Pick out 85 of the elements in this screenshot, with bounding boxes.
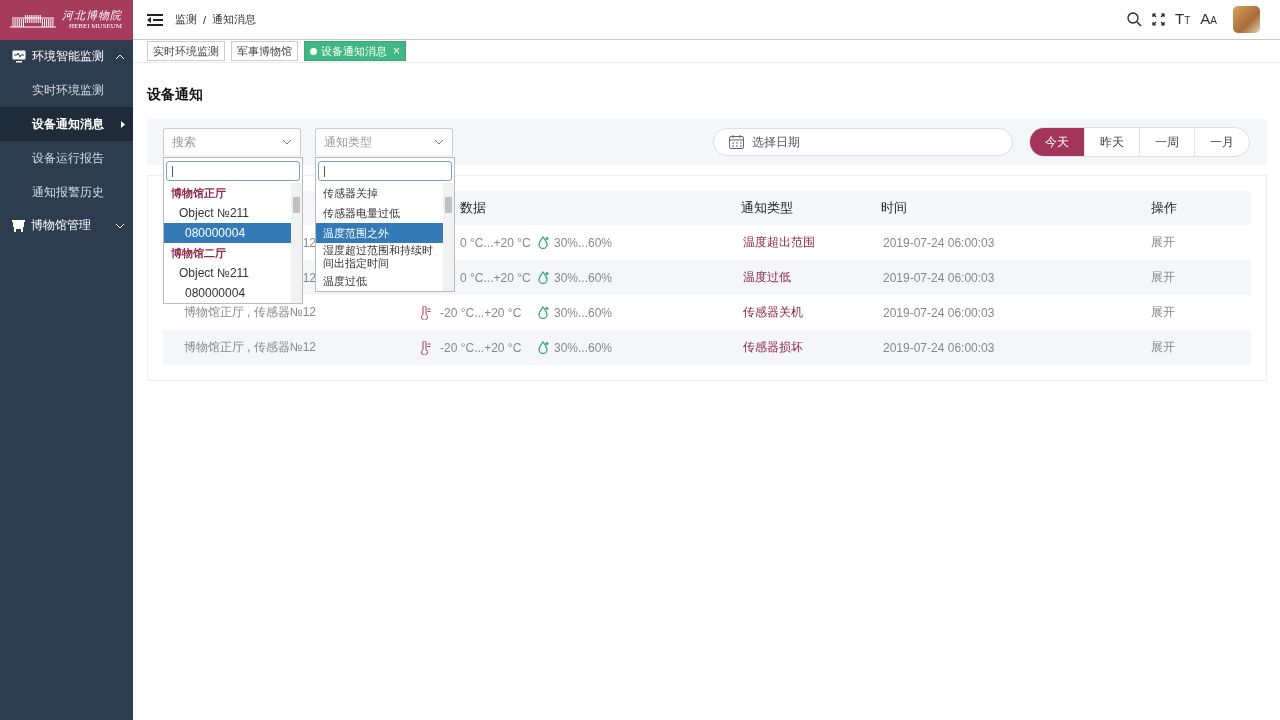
table-cell: 12 <box>302 270 316 285</box>
dropdown-option[interactable]: 传感器关掉 <box>316 183 443 203</box>
column-header: 数据 <box>460 199 486 217</box>
page-tab[interactable]: 实时环境监测 <box>147 41 225 61</box>
table-cell: 12 <box>302 235 316 250</box>
building-icon <box>10 12 56 28</box>
table-cell-text: 30%...60% <box>554 234 614 252</box>
caret-icon <box>121 120 125 128</box>
table-cell-text: 0 °C...+20 °C <box>459 269 532 287</box>
dropdown-search-field[interactable] <box>166 161 300 181</box>
table-cell-text: 30%...60% <box>554 339 614 357</box>
page-title: 设备通知 <box>147 85 204 104</box>
breadcrumb-separator: / <box>203 13 207 26</box>
menu-group[interactable]: 博物馆管理 <box>0 209 133 242</box>
dropdown-option[interactable]: 温度过低 <box>316 271 443 291</box>
dropdown-option[interactable]: 080000004 <box>164 283 291 303</box>
chevron-icon <box>282 139 292 145</box>
logo-title: 河北博物院 <box>62 9 122 22</box>
dropdown-option[interactable]: 湿度超过范围和持续时间出指定时间 <box>316 243 443 271</box>
thermometer-icon <box>420 305 431 320</box>
status-dot <box>310 47 317 55</box>
dropdown-option[interactable]: 博物馆正厅 <box>164 183 291 203</box>
table-cell-text: 30%...60% <box>554 269 614 287</box>
dropdown-option[interactable]: 博物馆二厅 <box>164 243 291 263</box>
date-range-tab[interactable]: 今天 <box>1030 128 1084 156</box>
sidebar-item[interactable]: 实时环境监测 <box>0 73 133 107</box>
text-size-button[interactable]: AA <box>1200 11 1217 28</box>
expand-link[interactable]: 展开 <box>1151 225 1251 260</box>
table-cell-text: 2019-07-24 06:00:03 <box>882 339 996 357</box>
column-header: 时间 <box>881 199 907 217</box>
text-size-button[interactable]: TT <box>1175 11 1191 28</box>
thermometer-icon <box>420 340 431 355</box>
search-icon[interactable] <box>1127 12 1143 27</box>
table-cell-text: 30%...60% <box>554 304 614 322</box>
sidebar-item[interactable]: 设备通知消息 <box>0 107 133 141</box>
dropdown-option[interactable]: 温度范围之外 <box>316 223 443 243</box>
expand-link[interactable]: 展开 <box>1151 260 1251 295</box>
sidebar-item[interactable]: 设备运行报告 <box>0 141 133 175</box>
table-cell-text: 温度过低 <box>742 269 792 286</box>
sidebar-item[interactable]: 通知报警历史 <box>0 175 133 209</box>
column-header: 通知类型 <box>741 199 793 217</box>
breadcrumb-item[interactable]: 监测 <box>175 12 197 27</box>
expand-link[interactable]: 展开 <box>1151 295 1251 330</box>
table-cell-text: 2019-07-24 06:00:03 <box>882 269 996 287</box>
table-cell-text: -20 °C...+20 °C <box>440 304 523 322</box>
table-cell-text: 0 °C...+20 °C <box>459 234 532 252</box>
menu-group[interactable]: 环境智能监测 <box>0 40 133 73</box>
table-cell-text: 传感器损坏 <box>742 339 804 356</box>
text-cursor <box>324 165 325 177</box>
menu-fold-icon[interactable] <box>147 13 163 26</box>
dropdown-option[interactable]: 传感器电量过低 <box>316 203 443 223</box>
table-cell-text: 2019-07-24 06:00:03 <box>882 234 996 252</box>
table-cell: 博物馆正厅 , 传感器№12 <box>183 339 316 356</box>
avatar-photo[interactable] <box>1233 6 1260 33</box>
calendar-icon <box>729 135 744 149</box>
table-cell: 博物馆正厅 , 传感器№12 <box>183 304 316 321</box>
table-cell-text: 传感器关机 <box>742 304 804 321</box>
chevron-icon <box>115 53 125 60</box>
scrollbar-thumb[interactable] <box>293 197 300 213</box>
droplet-icon <box>538 271 549 284</box>
page-tab[interactable]: 军事博物馆 <box>231 41 298 61</box>
dropdown-search-field[interactable] <box>318 161 452 181</box>
fullscreen-icon[interactable] <box>1152 13 1166 26</box>
monitor-icon <box>12 50 26 63</box>
droplet-icon <box>538 236 549 249</box>
text-cursor <box>172 165 173 177</box>
droplet-icon <box>538 306 549 319</box>
table-cell-text: -20 °C...+20 °C <box>440 339 523 357</box>
scrollbar-thumb[interactable] <box>445 197 452 213</box>
cauldron-icon <box>12 219 25 232</box>
dropdown-option[interactable]: Object №211 <box>164 263 291 283</box>
dropdown-option[interactable]: 080000004 <box>164 223 291 243</box>
date-range-tab[interactable]: 一周 <box>1139 128 1194 156</box>
date-field[interactable]: 选择日期 <box>713 128 1013 156</box>
chevron-icon <box>115 222 125 229</box>
date-range-tab[interactable]: 一月 <box>1194 128 1249 156</box>
table-cell-text: 2019-07-24 06:00:03 <box>882 304 996 322</box>
chevron-icon <box>434 139 444 145</box>
date-range-tab[interactable]: 昨天 <box>1084 128 1139 156</box>
column-header: 操作 <box>1151 199 1177 217</box>
dropdown-option[interactable]: Object №211 <box>164 203 291 223</box>
droplet-icon <box>538 341 549 354</box>
breadcrumb-item[interactable]: 通知消息 <box>212 12 257 27</box>
expand-link[interactable]: 展开 <box>1151 330 1251 365</box>
table-cell-text: 温度超出范围 <box>742 234 816 251</box>
